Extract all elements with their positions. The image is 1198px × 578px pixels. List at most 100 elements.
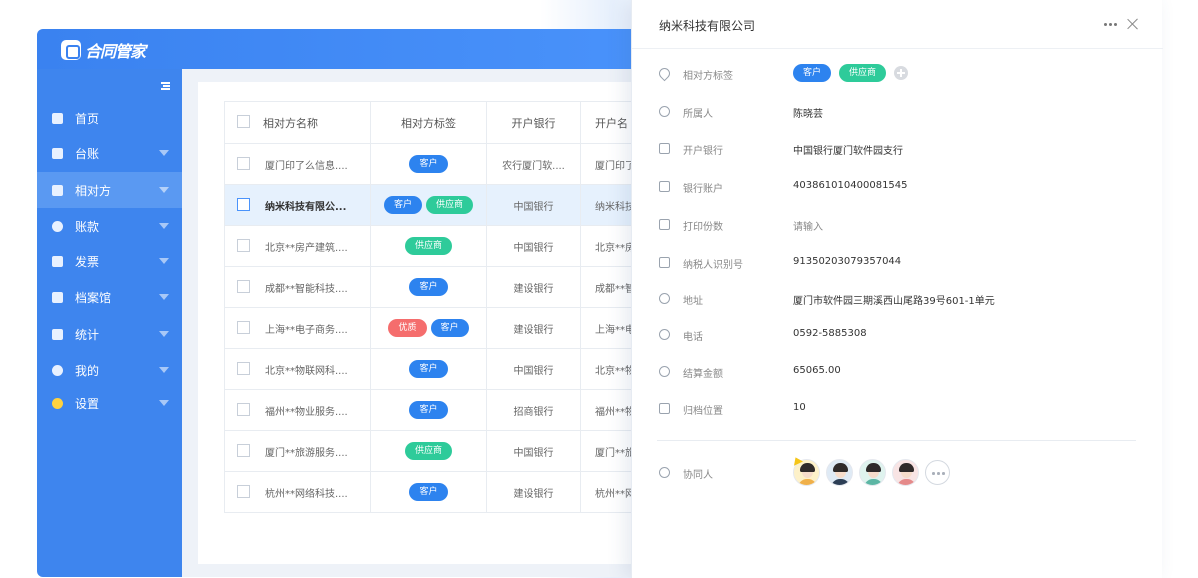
cell-tags: 客户 — [370, 266, 487, 308]
table-row[interactable]: 上海**电子商务.... 优质 客户 建设银行 上海**电 — [224, 307, 641, 349]
table-row[interactable]: 厦门印了么信息.... 客户 农行厦门软.... 厦门印了 — [224, 143, 641, 185]
sidebar-item-label: 首页 — [75, 111, 100, 126]
table-row[interactable]: 北京**房产建筑.... 供应商 中国银行 北京**房 — [224, 225, 641, 267]
row-checkbox[interactable] — [237, 321, 250, 334]
cell-name[interactable]: 厦门印了么信息.... — [224, 143, 371, 185]
field-value[interactable]: 10 — [793, 402, 806, 413]
tag-customer: 客户 — [383, 196, 422, 214]
column-header-tags[interactable]: 相对方标签 — [370, 101, 487, 144]
cell-name[interactable]: 成都**智能科技.... — [224, 266, 371, 308]
select-all-checkbox[interactable] — [237, 115, 250, 128]
row-checkbox[interactable] — [237, 198, 250, 211]
field-label: 协同人 — [683, 470, 713, 481]
add-tag-icon[interactable] — [894, 66, 909, 80]
field-value[interactable]: 陈晓芸 — [793, 105, 823, 120]
tag-customer: 客户 — [409, 483, 448, 501]
cell-name[interactable]: 杭州**网络科技.... — [224, 471, 371, 513]
cell-bank: 中国银行 — [486, 225, 581, 267]
phone-icon — [659, 329, 670, 340]
cell-bank: 中国银行 — [486, 184, 581, 226]
sidebar-item-stats[interactable]: 统计 — [37, 316, 182, 352]
row-checkbox[interactable] — [237, 485, 250, 498]
avatar[interactable] — [892, 459, 919, 486]
cell-name-text: 上海**电子商务.... — [265, 324, 348, 336]
logo: 合同管家 — [61, 38, 146, 62]
table-row[interactable]: 杭州**网络科技.... 客户 建设银行 杭州**网 — [224, 471, 641, 513]
field-value[interactable]: 厦门市软件园三期溪西山尾路39号601-1单元 — [793, 292, 995, 307]
cell-tags: 客户 — [370, 348, 487, 390]
home-icon — [52, 112, 63, 124]
row-checkbox[interactable] — [237, 444, 250, 457]
collapse-menu-icon[interactable] — [161, 82, 170, 90]
yen-icon — [52, 220, 63, 232]
field-tags: 相对方标签 客户 供应商 — [632, 64, 1163, 84]
tag-list: 客户 供应商 — [793, 64, 909, 82]
cell-bank: 招商银行 — [486, 389, 581, 431]
table-row[interactable]: 福州**物业服务.... 客户 招商银行 福州**物 — [224, 389, 641, 431]
close-icon[interactable] — [1126, 17, 1140, 31]
cell-name[interactable]: 福州**物业服务.... — [224, 389, 371, 431]
tag-supplier: 供应商 — [404, 237, 452, 255]
cell-name[interactable]: 北京**物联网科.... — [224, 348, 371, 390]
sidebar-item-payments[interactable]: 账款 — [37, 208, 182, 244]
tag-supplier[interactable]: 供应商 — [839, 64, 887, 82]
gear-icon — [52, 397, 63, 409]
more-collaborators-icon[interactable] — [925, 460, 950, 485]
print-copies-input[interactable]: 请输入 — [793, 218, 823, 233]
cell-name[interactable]: 厦门**旅游服务.... — [224, 430, 371, 472]
sidebar-item-label: 统计 — [75, 327, 100, 342]
table-row[interactable]: 北京**物联网科.... 客户 中国银行 北京**物 — [224, 348, 641, 390]
sidebar-item-archive[interactable]: 档案馆 — [37, 279, 182, 315]
row-checkbox[interactable] — [237, 157, 250, 170]
table-row[interactable]: 成都**智能科技.... 客户 建设银行 成都**智 — [224, 266, 641, 308]
tag-customer: 客户 — [430, 319, 469, 337]
tag-customer[interactable]: 客户 — [793, 64, 832, 82]
avatar[interactable] — [859, 459, 886, 486]
cell-bank: 建设银行 — [486, 266, 581, 308]
user-icon — [52, 364, 63, 376]
field-value[interactable]: 0592-5885308 — [793, 328, 867, 339]
more-options-icon[interactable] — [1104, 23, 1118, 26]
cell-tags: 客户 — [370, 389, 487, 431]
tag-icon — [656, 65, 673, 82]
sidebar-item-ledger[interactable]: 台账 — [37, 135, 182, 171]
sidebar-item-settings[interactable]: 设置 — [37, 385, 182, 421]
panel-header: 纳米科技有限公司 — [632, 0, 1163, 49]
sidebar-item-home[interactable]: 首页 — [37, 100, 182, 136]
chevron-down-icon — [159, 150, 169, 156]
cell-bank: 中国银行 — [486, 348, 581, 390]
field-label: 所属人 — [683, 109, 713, 120]
field-value[interactable]: 403861010400081545 — [793, 180, 908, 191]
sidebar-item-counterparty[interactable]: 相对方 — [37, 172, 182, 208]
field-bank: 开户银行 中国银行厦门软件园支行 — [632, 139, 1163, 159]
row-checkbox[interactable] — [237, 239, 250, 252]
cell-bank: 中国银行 — [486, 430, 581, 472]
row-checkbox[interactable] — [237, 362, 250, 375]
field-archive: 归档位置 10 — [632, 399, 1163, 419]
avatar[interactable] — [826, 459, 853, 486]
logo-text: 合同管家 — [85, 44, 146, 61]
cell-name[interactable]: 上海**电子商务.... — [224, 307, 371, 349]
row-checkbox[interactable] — [237, 403, 250, 416]
sidebar-item-invoices[interactable]: 发票 — [37, 243, 182, 279]
cell-bank: 建设银行 — [486, 307, 581, 349]
cell-name[interactable]: 北京**房产建筑.... — [224, 225, 371, 267]
column-header-bank[interactable]: 开户银行 — [486, 101, 581, 144]
sidebar-item-label: 我的 — [75, 363, 100, 378]
field-value[interactable]: 65065.00 — [793, 365, 841, 376]
row-checkbox[interactable] — [237, 280, 250, 293]
table-row[interactable]: 纳米科技有限公... 客户 供应商 中国银行 纳米科技 — [224, 184, 641, 226]
cell-name[interactable]: 纳米科技有限公... — [224, 184, 371, 226]
column-header-name[interactable]: 相对方名称 — [224, 101, 371, 144]
cell-name-text: 杭州**网络科技.... — [265, 488, 348, 500]
field-value[interactable]: 91350203079357044 — [793, 256, 901, 267]
sidebar-item-label: 设置 — [75, 396, 100, 411]
cell-tags: 客户 — [370, 143, 487, 185]
field-value[interactable]: 中国银行厦门软件园支行 — [793, 142, 903, 157]
table-row[interactable]: 厦门**旅游服务.... 供应商 中国银行 厦门**旅 — [224, 430, 641, 472]
tag-supplier: 供应商 — [426, 196, 474, 214]
table-body: 厦门印了么信息.... 客户 农行厦门软.... 厦门印了 纳米科技有限公... 客户 供应… — [224, 143, 641, 513]
sidebar-item-mine[interactable]: 我的 — [37, 352, 182, 388]
cell-tags: 供应商 — [370, 225, 487, 267]
field-label: 结算金额 — [683, 369, 723, 380]
